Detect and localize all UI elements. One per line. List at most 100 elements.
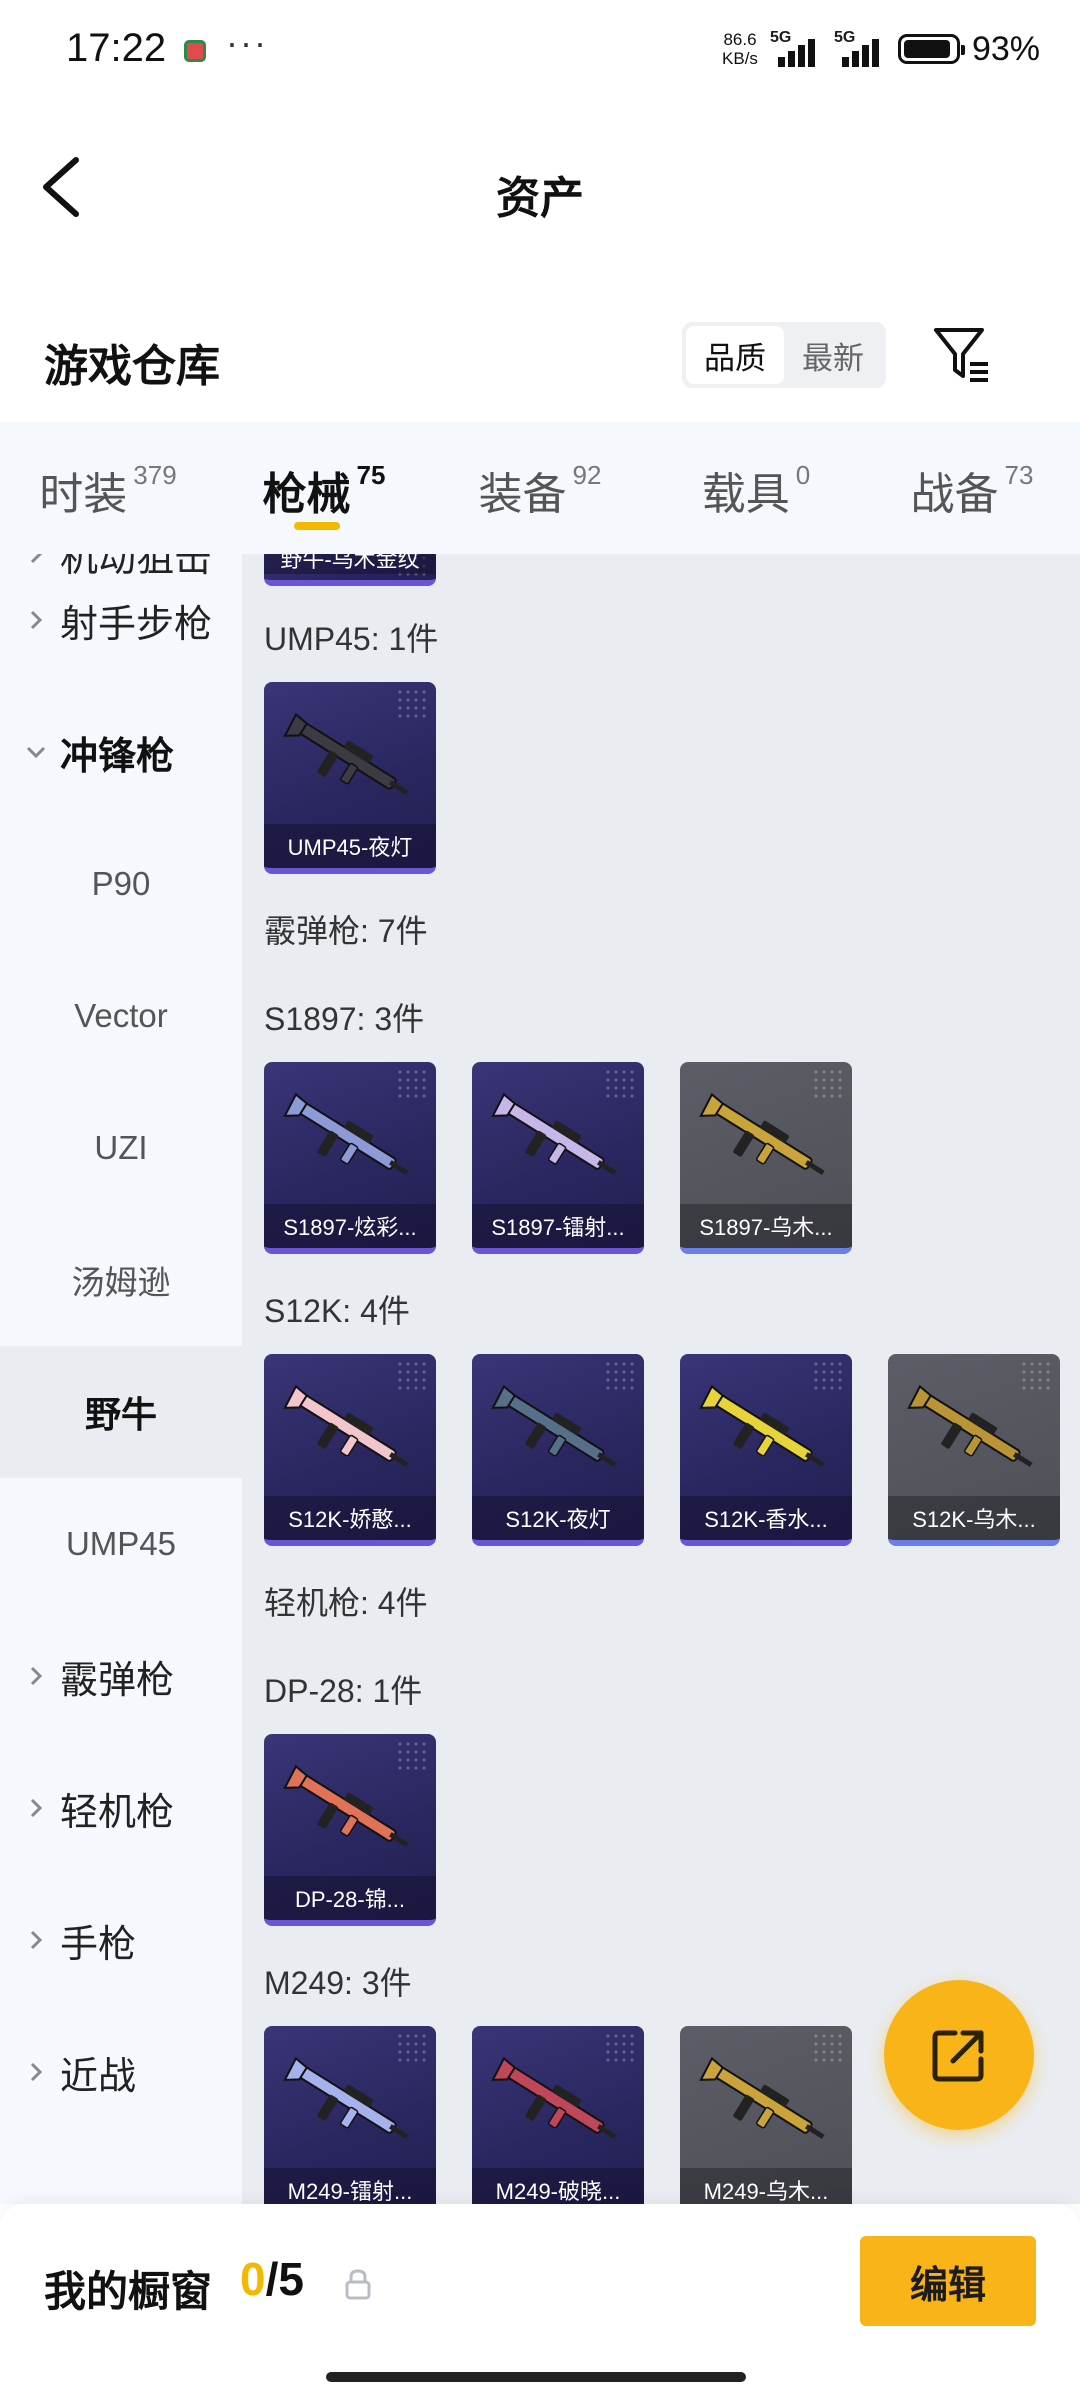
sidebar-item[interactable]: 射手步枪	[0, 554, 242, 686]
sidebar-item-label: UMP45	[65, 1525, 177, 1562]
sort-option-newest[interactable]: 最新	[784, 326, 882, 384]
app-header: 资产	[0, 100, 1080, 280]
sidebar-item-label: 射手步枪	[60, 603, 213, 646]
section-label: 霰弹枪: 7件	[264, 913, 428, 949]
section-label: UMP45: 1件	[264, 621, 439, 657]
weapon-icon	[283, 1092, 409, 1175]
status-time: 17:22	[66, 26, 167, 70]
sidebar-item[interactable]: P90	[0, 818, 242, 950]
weapon-card[interactable]: M249-镭射...	[264, 2026, 436, 2204]
tab-count: 73	[1004, 460, 1034, 490]
filter-button[interactable]	[930, 322, 994, 386]
tab-0[interactable]: 时装 379	[0, 422, 216, 554]
sidebar-item[interactable]: 手枪	[0, 1874, 242, 2006]
tab-label: 载具	[701, 470, 790, 519]
weapon-card[interactable]: S1897-乌木...	[680, 1062, 852, 1254]
sidebar-item-label: 轻机枪	[60, 1791, 175, 1834]
home-indicator[interactable]	[326, 2372, 746, 2382]
weapon-card[interactable]: S12K-娇憨...	[264, 1354, 436, 1546]
weapon-card[interactable]: S1897-炫彩...	[264, 1062, 436, 1254]
chevron-right-icon	[30, 2062, 43, 2082]
tab-count: 0	[795, 460, 811, 490]
sidebar-item-label: P90	[91, 865, 151, 902]
tab-2[interactable]: 装备 92	[432, 422, 648, 554]
tab-label: 装备	[478, 470, 567, 519]
battery-percent: 93%	[971, 29, 1040, 68]
section-label: 轻机枪: 4件	[264, 1585, 428, 1621]
weapon-icon	[283, 1384, 409, 1467]
showcase-max: 5	[278, 2253, 304, 2305]
showcase-count: 0/5	[240, 2252, 304, 2306]
sort-toggle: 品质 最新	[682, 322, 886, 388]
tab-4[interactable]: 战备 73	[864, 422, 1080, 554]
signal-icon: 5G	[770, 29, 822, 69]
warehouse-header: 游戏仓库 品质 最新	[0, 300, 1080, 420]
weapon-icon	[283, 1764, 409, 1847]
chevron-right-icon	[30, 1930, 43, 1950]
sort-option-quality[interactable]: 品质	[686, 326, 784, 384]
weapon-icon	[907, 1384, 1033, 1467]
sidebar-item-label: Vector	[74, 997, 168, 1034]
category-tabs: 时装 379 枪械 75 装备 92 载具 0 战备 73	[0, 422, 1080, 554]
sidebar-item-label: 汤姆逊	[71, 1264, 171, 1301]
weapon-card-name: M249-乌木...	[680, 2168, 852, 2204]
weapon-card-name: S12K-夜灯	[472, 1496, 644, 1540]
weapon-sidebar: 机动狙击 射手步枪 冲锋枪 P90 Vector UZI 汤姆逊 野牛 UMP45 霰弹枪 轻机枪…	[0, 554, 242, 2204]
tab-label: 战备	[910, 470, 999, 519]
status-indicators: 86.6 KB/s 5G 5G 93%	[722, 24, 1040, 74]
sidebar-item[interactable]: UMP45	[0, 1478, 242, 1610]
share-button[interactable]	[884, 1980, 1034, 2130]
weapon-card-name: S12K-香水...	[680, 1496, 852, 1540]
status-bar: 17:22 ··· 86.6 KB/s 5G 5G 93%	[0, 0, 1080, 100]
sidebar-item[interactable]: UZI	[0, 1082, 242, 1214]
notification-app-icon	[184, 40, 206, 62]
weapon-card[interactable]: 野牛-乌木金纹	[264, 554, 436, 586]
weapon-card[interactable]: S1897-镭射...	[472, 1062, 644, 1254]
showcase-separator: /	[265, 2253, 279, 2305]
battery-icon	[897, 34, 965, 64]
weapon-icon	[491, 2056, 617, 2139]
sidebar-item-label: UZI	[94, 1129, 148, 1166]
weapon-card[interactable]: M249-乌木...	[680, 2026, 852, 2204]
edit-button[interactable]: 编辑	[860, 2236, 1036, 2326]
weapon-card[interactable]: S12K-香水...	[680, 1354, 852, 1546]
sidebar-item-label: 野牛	[84, 1394, 157, 1435]
sidebar-item-label: 近战	[60, 2055, 137, 2098]
section-label: M249: 3件	[264, 1965, 412, 2001]
weapon-card-name: M249-破晓...	[472, 2168, 644, 2204]
weapon-card[interactable]: S12K-乌木...	[888, 1354, 1060, 1546]
warehouse-title: 游戏仓库	[44, 342, 220, 391]
sidebar-item[interactable]: Vector	[0, 950, 242, 1082]
weapon-card[interactable]: S12K-夜灯	[472, 1354, 644, 1546]
section-label: S1897: 3件	[264, 1001, 425, 1037]
tab-count: 92	[572, 460, 602, 490]
weapon-icon	[699, 1384, 825, 1467]
weapon-card-name: S12K-娇憨...	[264, 1496, 436, 1540]
weapon-card-name: UMP45-夜灯	[264, 824, 436, 868]
showcase-title: 我的橱窗	[44, 2268, 213, 2315]
tab-1[interactable]: 枪械 75	[216, 422, 432, 554]
tab-count: 379	[133, 460, 177, 490]
weapon-card[interactable]: M249-破晓...	[472, 2026, 644, 2204]
weapon-card[interactable]: UMP45-夜灯	[264, 682, 436, 874]
sidebar-item[interactable]: 轻机枪	[0, 1742, 242, 1874]
lock-icon	[345, 2269, 371, 2300]
sidebar-item[interactable]: 汤姆逊	[0, 1214, 242, 1346]
sidebar-item[interactable]: 霰弹枪	[0, 1610, 242, 1742]
weapon-card-name: S1897-乌木...	[680, 1204, 852, 1248]
tab-count: 75	[356, 460, 386, 490]
chevron-down-icon	[26, 746, 46, 759]
more-notifications-icon: ···	[226, 22, 268, 63]
tab-label: 枪械	[262, 470, 351, 519]
tab-3[interactable]: 载具 0	[648, 422, 864, 554]
sidebar-item[interactable]: 近战	[0, 2006, 242, 2138]
signal-icon: 5G	[834, 29, 886, 69]
sidebar-item[interactable]: 野牛	[0, 1346, 242, 1478]
section-label: S12K: 4件	[264, 1293, 410, 1329]
section-label: DP-28: 1件	[264, 1673, 423, 1709]
showcase-current: 0	[240, 2253, 266, 2305]
weapon-card[interactable]: DP-28-锦...	[264, 1734, 436, 1926]
weapon-card-name: DP-28-锦...	[264, 1876, 436, 1920]
sidebar-item-label: 霰弹枪	[60, 1659, 175, 1702]
sidebar-item[interactable]: 冲锋枪	[0, 686, 242, 818]
